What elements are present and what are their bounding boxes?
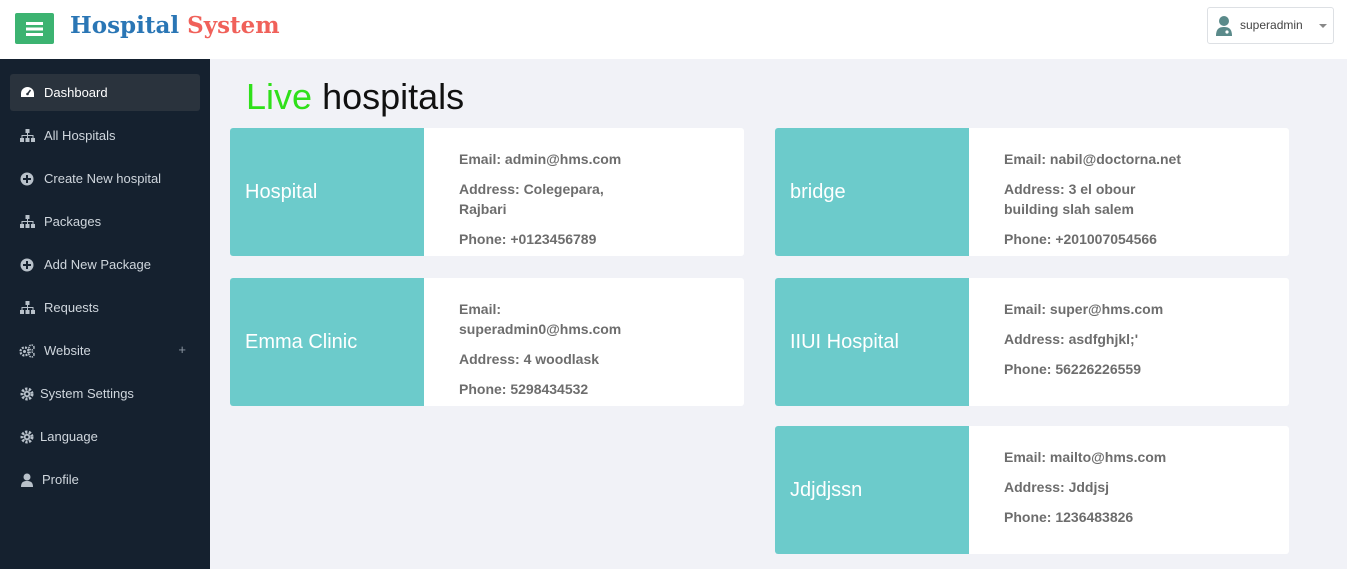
- sidebar-item-label: Dashboard: [44, 85, 108, 100]
- sidebar-item-label: Language: [40, 429, 98, 444]
- hospital-address: Address: 4 woodlask: [459, 351, 600, 367]
- hospital-address: Address: 3 el obour building slah salem: [1004, 181, 1136, 217]
- gear-icon: [19, 429, 35, 445]
- hospital-name: bridge: [790, 181, 846, 203]
- sidebar-item-profile[interactable]: Profile: [10, 461, 200, 498]
- sitemap-icon: [19, 128, 35, 144]
- sidebar-item-create-new-hospital[interactable]: Create New hospital: [10, 160, 200, 197]
- hospital-name: IIUI Hospital: [790, 331, 899, 353]
- user-name: superadmin: [1240, 18, 1303, 32]
- hospital-card[interactable]: Jdjdjssn Email: mailto@hms.com Address: …: [775, 426, 1289, 554]
- hospital-address: Address: asdfghjkl;': [1004, 331, 1139, 347]
- hospital-phone: Phone: +201007054566: [1004, 231, 1157, 247]
- sidebar-item-label: Website: [44, 343, 91, 358]
- brand-logo[interactable]: Hospital System: [70, 12, 280, 39]
- plus-circle-icon: [19, 257, 35, 273]
- sidebar-item-label: System Settings: [40, 386, 134, 401]
- menu-toggle-button[interactable]: [15, 13, 54, 44]
- sidebar-item-all-hospitals[interactable]: All Hospitals: [10, 117, 200, 154]
- page-title-rest: hospitals: [322, 76, 465, 117]
- hospital-info: Email: super@hms.com Address: asdfghjkl;…: [1004, 299, 1274, 389]
- sitemap-icon: [19, 214, 35, 230]
- hospital-name-panel: Emma Clinic: [230, 278, 424, 406]
- hospital-card[interactable]: bridge Email: nabil@doctorna.net Address…: [775, 128, 1289, 256]
- hospital-card[interactable]: IIUI Hospital Email: super@hms.com Addre…: [775, 278, 1289, 406]
- hospital-email: Email: nabil@doctorna.net: [1004, 151, 1182, 167]
- expand-plus-icon[interactable]: +: [178, 342, 186, 357]
- sidebar-item-label: Profile: [42, 472, 79, 487]
- sidebar-item-requests[interactable]: Requests: [10, 289, 200, 326]
- hospital-phone: Phone: 1236483826: [1004, 509, 1134, 525]
- top-header: Hospital System superadmin: [0, 0, 1347, 59]
- sidebar-item-dashboard[interactable]: Dashboard: [10, 74, 200, 111]
- hospital-email: Email: admin@hms.com: [459, 151, 622, 167]
- hospital-phone: Phone: 56226226559: [1004, 361, 1141, 377]
- hospital-name-panel: Hospital: [230, 128, 424, 256]
- hamburger-icon: [26, 21, 43, 36]
- sidebar-item-website[interactable]: Website +: [10, 332, 200, 369]
- user-menu-dropdown[interactable]: superadmin: [1207, 7, 1334, 44]
- sidebar-item-label: Create New hospital: [44, 171, 162, 186]
- user-icon: [19, 472, 35, 488]
- hospital-card[interactable]: Hospital Email: admin@hms.com Address: C…: [230, 128, 744, 256]
- hospital-info: Email: superadmin0@hms.com Address: 4 wo…: [459, 299, 729, 406]
- hospital-name: Hospital: [245, 181, 318, 203]
- caret-down-icon: [1319, 24, 1327, 28]
- hospital-phone: Phone: 5298434532: [459, 381, 589, 397]
- hospital-name: Emma Clinic: [245, 331, 358, 353]
- hospital-info: Email: nabil@doctorna.net Address: 3 el …: [1004, 149, 1274, 256]
- sidebar-item-system-settings[interactable]: System Settings: [10, 375, 200, 412]
- sidebar-item-language[interactable]: Language: [10, 418, 200, 455]
- hospital-address: Address: Colegepara, Rajbari: [459, 181, 604, 217]
- gear-icon: [19, 386, 35, 402]
- sidebar-item-label: Add New Package: [44, 257, 151, 272]
- doctor-avatar-icon: [1216, 16, 1232, 36]
- sidebar-item-add-new-package[interactable]: Add New Package: [10, 246, 200, 283]
- cogs-icon: [19, 343, 35, 359]
- hospital-name: Jdjdjssn: [790, 479, 863, 501]
- hospital-info: Email: mailto@hms.com Address: Jddjsj Ph…: [1004, 447, 1274, 537]
- dashboard-icon: [19, 85, 35, 101]
- hospital-name-panel: bridge: [775, 128, 969, 256]
- hospital-card[interactable]: Emma Clinic Email: superadmin0@hms.com A…: [230, 278, 744, 406]
- brand-part-1: Hospital: [70, 12, 180, 39]
- sitemap-icon: [19, 300, 35, 316]
- hospital-name-panel: IIUI Hospital: [775, 278, 969, 406]
- brand-part-2: System: [187, 12, 280, 39]
- hospital-name-panel: Jdjdjssn: [775, 426, 969, 554]
- hospital-phone: Phone: +0123456789: [459, 231, 597, 247]
- sidebar-item-label: Packages: [44, 214, 102, 229]
- plus-circle-icon: [19, 171, 35, 187]
- hospital-info: Email: admin@hms.com Address: Colegepara…: [459, 149, 729, 256]
- hospital-address: Address: Jddjsj: [1004, 479, 1110, 495]
- hospital-email: Email: superadmin0@hms.com: [459, 301, 622, 337]
- page-title-highlight: Live: [246, 76, 313, 117]
- sidebar-item-label: All Hospitals: [44, 128, 116, 143]
- hospital-email: Email: mailto@hms.com: [1004, 449, 1167, 465]
- sidebar: Dashboard All Hospitals Create New hospi…: [0, 59, 210, 569]
- page-title: Live hospitals: [246, 76, 464, 118]
- hospital-email: Email: super@hms.com: [1004, 301, 1164, 317]
- sidebar-item-packages[interactable]: Packages: [10, 203, 200, 240]
- sidebar-item-label: Requests: [44, 300, 99, 315]
